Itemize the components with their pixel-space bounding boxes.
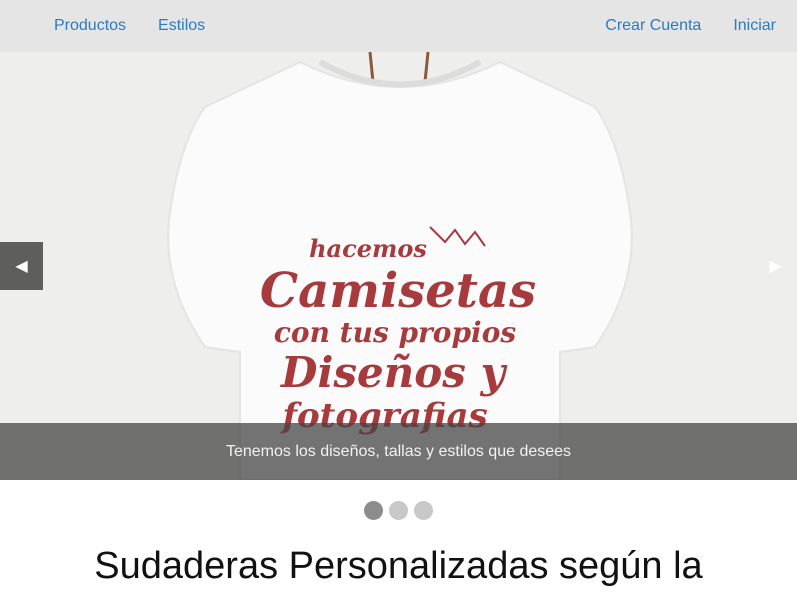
nav-link-productos[interactable]: Productos	[54, 17, 126, 35]
carousel-next-button[interactable]: ▶	[754, 242, 797, 290]
nav-link-estilos[interactable]: Estilos	[158, 17, 205, 35]
navbar: Productos Estilos Crear Cuenta Iniciar	[0, 0, 797, 52]
slide-text-line: hacemos	[309, 234, 427, 263]
nav-right: Crear Cuenta Iniciar	[605, 17, 776, 35]
slide-image: hacemos Camisetas con tus propios Diseño…	[0, 52, 797, 480]
carousel-indicator-dot[interactable]	[389, 500, 408, 520]
carousel-indicator-dot[interactable]	[414, 500, 433, 520]
carousel-indicators	[0, 480, 797, 540]
carousel-prev-button[interactable]: ◀	[0, 242, 43, 290]
carousel: hacemos Camisetas con tus propios Diseño…	[0, 52, 797, 480]
page-heading: Sudaderas Personalizadas según la	[94, 545, 703, 587]
arrow-left-icon: ◀	[15, 258, 28, 275]
slide-text-line: Camisetas	[260, 263, 536, 319]
slide-text-line: Diseños y	[280, 348, 508, 397]
slide-text-line: con tus propios	[274, 316, 517, 349]
carousel-caption: Tenemos los diseños, tallas y estilos qu…	[0, 423, 797, 480]
arrow-right-icon: ▶	[769, 258, 782, 275]
carousel-indicator-dot[interactable]	[364, 500, 383, 520]
nav-left: Productos Estilos	[54, 17, 205, 35]
nav-link-crear-cuenta[interactable]: Crear Cuenta	[605, 17, 701, 35]
nav-link-iniciar[interactable]: Iniciar	[733, 17, 776, 35]
